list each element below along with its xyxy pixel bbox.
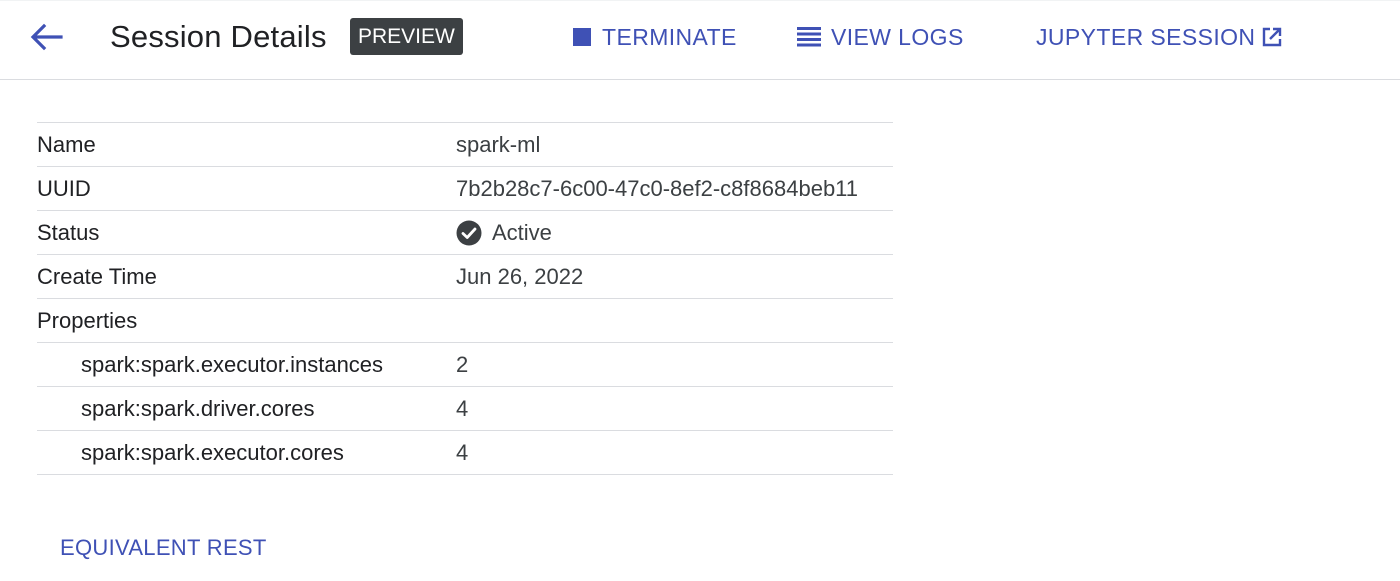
session-details-table: Name spark-ml UUID 7b2b28c7-6c00-47c0-8e… — [37, 122, 893, 475]
status-value: Active — [456, 211, 552, 255]
list-lines-icon — [797, 27, 821, 47]
property-value: 4 — [456, 440, 469, 465]
stop-square-icon — [572, 27, 592, 47]
page-title: Session Details — [110, 19, 327, 54]
detail-row-uuid: UUID 7b2b28c7-6c00-47c0-8ef2-c8f8684beb1… — [37, 167, 893, 211]
detail-value: Jun 26, 2022 — [456, 264, 584, 289]
preview-badge: PREVIEW — [350, 18, 463, 55]
detail-label: Name — [37, 132, 96, 157]
jupyter-session-label: JUPYTER SESSION — [1036, 23, 1256, 50]
view-logs-button[interactable]: VIEW LOGS — [797, 17, 964, 57]
property-row: spark:spark.driver.cores 4 — [37, 387, 893, 431]
detail-label: Create Time — [37, 264, 157, 289]
property-value: 2 — [456, 352, 469, 377]
detail-row-properties: Properties — [37, 299, 893, 343]
back-button[interactable] — [24, 17, 68, 57]
equivalent-rest-link[interactable]: EQUIVALENT REST — [60, 533, 267, 563]
view-logs-label: VIEW LOGS — [831, 23, 964, 50]
detail-value: 7b2b28c7-6c00-47c0-8ef2-c8f8684beb11 — [456, 176, 859, 201]
property-row: spark:spark.executor.instances 2 — [37, 343, 893, 387]
property-key: spark:spark.driver.cores — [81, 396, 315, 421]
property-value: 4 — [456, 396, 469, 421]
detail-row-status: Status Active — [37, 211, 893, 255]
terminate-label: TERMINATE — [602, 23, 737, 50]
terminate-button[interactable]: TERMINATE — [572, 17, 737, 57]
page-header: Session Details PREVIEW TERMINATE VIEW L… — [0, 0, 1400, 80]
detail-label: Status — [37, 220, 100, 245]
detail-value: spark-ml — [456, 132, 541, 157]
property-key: spark:spark.executor.cores — [81, 440, 344, 465]
detail-label: Properties — [37, 308, 138, 333]
property-row: spark:spark.executor.cores 4 — [37, 431, 893, 475]
arrow-back-icon — [30, 23, 63, 51]
open-in-new-icon — [1261, 26, 1283, 48]
jupyter-session-link[interactable]: JUPYTER SESSION — [1036, 17, 1283, 57]
detail-row-name: Name spark-ml — [37, 123, 893, 167]
detail-row-create-time: Create Time Jun 26, 2022 — [37, 255, 893, 299]
check-circle-icon — [456, 220, 482, 246]
detail-label: UUID — [37, 176, 91, 201]
property-key: spark:spark.executor.instances — [81, 352, 384, 377]
status-text: Active — [492, 220, 552, 245]
